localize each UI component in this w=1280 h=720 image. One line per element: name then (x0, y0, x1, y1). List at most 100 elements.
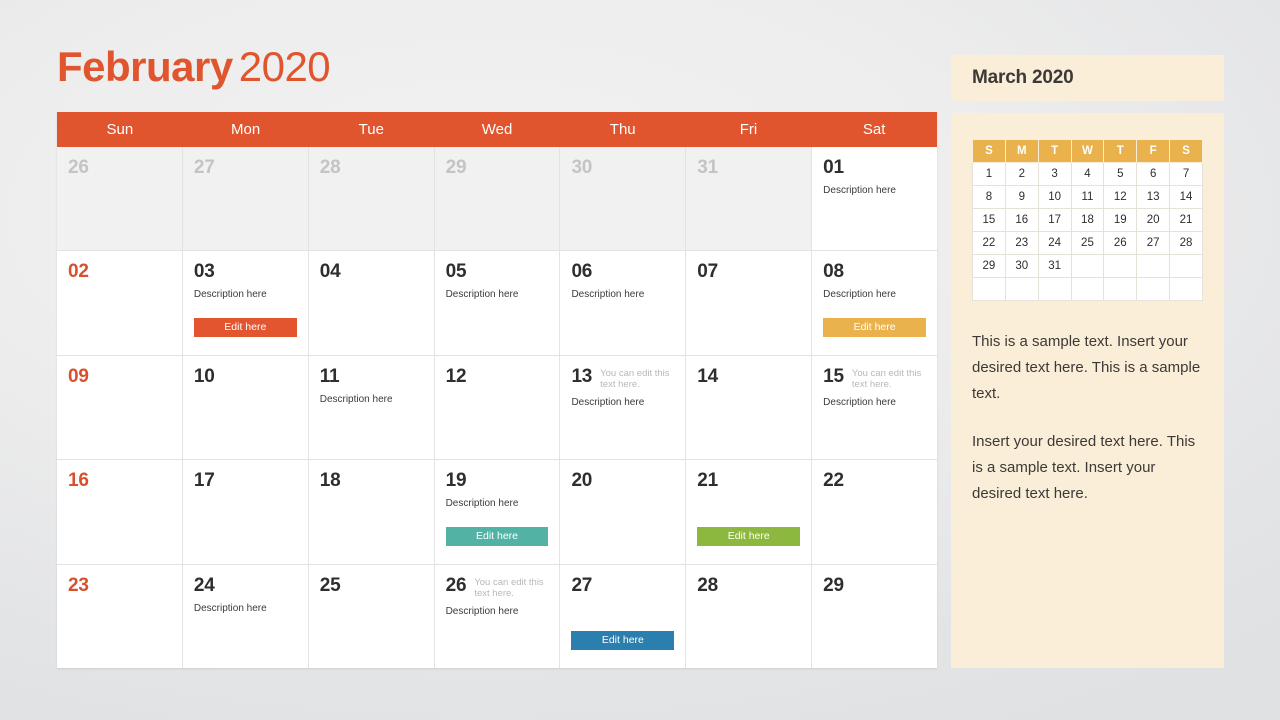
day-cell-26[interactable]: 26 (57, 147, 182, 251)
mini-day-cell-10[interactable]: 10 (1037, 185, 1072, 209)
day-cell-17[interactable]: 17 (181, 460, 308, 564)
day-description[interactable]: Description here (446, 289, 549, 301)
calendar-week-row: 16 17 18 19 Description here Edit here 20 21 Edi… (57, 459, 938, 564)
mini-day-cell-15[interactable]: 15 (972, 208, 1006, 232)
mini-day-cell-8[interactable]: 8 (972, 185, 1006, 209)
day-description[interactable]: Description here (823, 397, 926, 409)
day-number: 23 (68, 574, 89, 596)
day-note[interactable]: You can edit this text here. (852, 366, 926, 390)
day-cell-25[interactable]: 25 (307, 564, 434, 669)
day-cell-18[interactable]: 18 (307, 460, 434, 564)
mini-day-cell-4[interactable]: 4 (1070, 162, 1105, 186)
day-cell-top: 01 (823, 157, 926, 178)
mini-day-cell-16[interactable]: 16 (1004, 208, 1039, 232)
day-number: 27 (193, 157, 215, 178)
day-cell-08[interactable]: 08 Description here Edit here (811, 251, 938, 355)
mini-day-cell-12[interactable]: 12 (1103, 185, 1138, 209)
mini-day-cell-5[interactable]: 5 (1103, 162, 1138, 186)
day-cell-19[interactable]: 19 Description here Edit here (433, 460, 560, 564)
mini-day-cell-22[interactable]: 22 (972, 231, 1006, 255)
day-cell-26[interactable]: 26 You can edit this text here. Descriptio… (433, 564, 560, 669)
day-description[interactable]: Description here (194, 603, 297, 615)
weekday-label-sat: Sat (862, 121, 886, 138)
mini-day-cell-9[interactable]: 9 (1004, 185, 1039, 209)
page-title: February 2020 (57, 41, 331, 93)
day-description[interactable]: Description here (446, 606, 549, 618)
mini-day-cell-31[interactable]: 31 (1037, 254, 1072, 278)
mini-day-cell-14[interactable]: 14 (1169, 185, 1203, 209)
day-cell-29[interactable]: 29 (811, 564, 938, 669)
day-cell-28[interactable]: 28 (307, 147, 434, 251)
edit-here-button-27[interactable]: Edit here (571, 631, 675, 651)
day-description[interactable]: Description here (823, 289, 926, 301)
day-cell-22[interactable]: 22 (811, 460, 938, 564)
mini-day-cell-24[interactable]: 24 (1037, 231, 1072, 255)
mini-day-cell-7[interactable]: 7 (1169, 162, 1203, 186)
day-note[interactable]: You can edit this text here. (474, 575, 548, 599)
edit-here-button-21[interactable]: Edit here (697, 526, 801, 546)
day-cell-01[interactable]: 01 Description here (811, 147, 938, 251)
day-cell-02[interactable]: 02 (57, 251, 182, 355)
day-description[interactable]: Description here (571, 397, 674, 409)
day-description[interactable]: Description here (194, 289, 297, 301)
day-cell-24[interactable]: 24 Description here (181, 564, 308, 669)
day-cell-29[interactable]: 29 (433, 147, 560, 251)
day-description[interactable]: Description here (823, 185, 926, 197)
day-cell-top: 30 (571, 157, 674, 178)
mini-day-cell-25[interactable]: 25 (1070, 231, 1105, 255)
day-cell-05[interactable]: 05 Description here (433, 251, 560, 355)
day-cell-23[interactable]: 23 (57, 564, 182, 669)
day-description[interactable]: Description here (571, 289, 674, 301)
day-cell-12[interactable]: 12 (433, 355, 560, 460)
mini-day-cell-29[interactable]: 29 (972, 254, 1006, 278)
day-description[interactable]: Description here (320, 394, 423, 406)
day-number: 30 (571, 157, 593, 178)
day-cell-16[interactable]: 16 (57, 460, 182, 564)
day-cell-07[interactable]: 07 (685, 251, 812, 355)
day-cell-30[interactable]: 30 (559, 147, 686, 251)
day-cell-21[interactable]: 21 Edit here (685, 460, 812, 564)
day-note[interactable]: You can edit this text here. (600, 366, 674, 390)
day-cell-13[interactable]: 13 You can edit this text here. Descriptio… (559, 355, 686, 460)
mini-day-cell-13[interactable]: 13 (1136, 185, 1171, 209)
mini-day-cell-20[interactable]: 20 (1136, 208, 1171, 232)
day-number: 26 (445, 574, 467, 596)
mini-day-cell-27[interactable]: 27 (1136, 231, 1171, 255)
mini-day-cell-21[interactable]: 21 (1169, 208, 1203, 232)
day-number: 08 (823, 261, 844, 283)
day-cell-11[interactable]: 11 Description here (307, 355, 434, 460)
mini-day-cell-18[interactable]: 18 (1070, 208, 1105, 232)
day-cell-27[interactable]: 27 Edit here (559, 564, 686, 669)
edit-here-button-03[interactable]: Edit here (193, 317, 297, 337)
mini-day-cell-3[interactable]: 3 (1037, 162, 1072, 186)
mini-day-cell-6[interactable]: 6 (1136, 162, 1171, 186)
day-cell-06[interactable]: 06 Description here (559, 251, 686, 355)
mini-day-cell-17[interactable]: 17 (1037, 208, 1072, 232)
day-cell-top: 22 (823, 470, 926, 491)
day-cell-09[interactable]: 09 (57, 355, 182, 460)
mini-day-cell-2[interactable]: 2 (1004, 162, 1039, 186)
day-cell-03[interactable]: 03 Description here Edit here (181, 251, 308, 355)
day-description[interactable]: Description here (446, 498, 549, 510)
mini-weekday-label: S (1169, 139, 1203, 163)
day-cell-10[interactable]: 10 (181, 355, 308, 460)
mini-day-cell-26[interactable]: 26 (1103, 231, 1138, 255)
edit-here-button-19[interactable]: Edit here (445, 526, 549, 546)
edit-here-button-08[interactable]: Edit here (823, 317, 927, 337)
day-cell-15[interactable]: 15 You can edit this text here. Descriptio… (811, 355, 938, 460)
mini-day-cell-30[interactable]: 30 (1004, 254, 1039, 278)
day-cell-14[interactable]: 14 (685, 355, 812, 460)
mini-day-cell-23[interactable]: 23 (1004, 231, 1039, 255)
day-cell-28[interactable]: 28 (685, 564, 812, 669)
day-cell-top: 24 (194, 575, 297, 596)
day-number: 19 (445, 470, 467, 492)
mini-day-cell-11[interactable]: 11 (1070, 185, 1105, 209)
day-cell-20[interactable]: 20 (559, 460, 686, 564)
mini-weekday-label: S (972, 139, 1006, 163)
day-cell-04[interactable]: 04 (307, 251, 434, 355)
mini-day-cell-1[interactable]: 1 (972, 162, 1006, 186)
mini-day-cell-19[interactable]: 19 (1103, 208, 1138, 232)
day-cell-27[interactable]: 27 (181, 147, 308, 251)
day-cell-31[interactable]: 31 (685, 147, 812, 251)
mini-day-cell-28[interactable]: 28 (1169, 231, 1203, 255)
